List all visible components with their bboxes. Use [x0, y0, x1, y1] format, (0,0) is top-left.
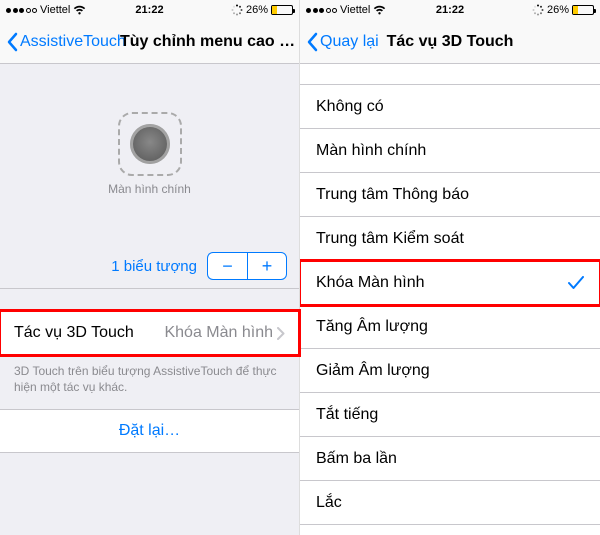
carrier-label: Viettel — [40, 4, 70, 16]
task-option[interactable]: Trung tâm Kiểm soát — [300, 217, 600, 261]
row-label: Tác vụ 3D Touch — [14, 324, 134, 342]
3d-touch-task-row[interactable]: Tác vụ 3D Touch Khóa Màn hình — [0, 311, 299, 355]
icon-count-row: 1 biểu tượng − + — [0, 244, 299, 289]
chevron-left-icon — [6, 32, 18, 52]
signal-icon — [306, 8, 337, 13]
reset-button[interactable]: Đặt lại… — [0, 409, 299, 453]
task-list: Không có Màn hình chính Trung tâm Thông bá… — [300, 84, 600, 535]
task-option[interactable]: Giảm Âm lượng — [300, 349, 600, 393]
row-value: Khóa Màn hình — [164, 324, 273, 342]
task-option[interactable]: Màn hình chính — [300, 129, 600, 173]
task-option-label: Tăng Âm lượng — [316, 318, 428, 336]
task-option[interactable]: Khóa Màn hình — [300, 261, 600, 305]
back-label: Quay lại — [320, 33, 379, 51]
stepper-minus[interactable]: − — [207, 252, 247, 280]
task-option-label: Trung tâm Kiểm soát — [316, 230, 464, 248]
back-label: AssistiveTouch — [20, 33, 126, 51]
task-option[interactable]: Trung tâm Thông báo — [300, 173, 600, 217]
checkmark-icon — [568, 276, 584, 290]
status-bar: Viettel 21:22 26% — [0, 0, 299, 20]
wifi-icon — [73, 5, 86, 15]
task-option-label: Màn hình chính — [316, 142, 426, 160]
status-bar: Viettel 21:22 26% — [300, 0, 600, 20]
nav-bar: Quay lại Tác vụ 3D Touch — [300, 20, 600, 64]
battery-percent: 26% — [547, 4, 569, 16]
footer-note: 3D Touch trên biểu tượng AssistiveTouch … — [0, 355, 299, 409]
task-option-label: Không có — [316, 98, 384, 116]
task-option[interactable]: Tăng Âm lượng — [300, 305, 600, 349]
menu-slot[interactable] — [118, 112, 182, 176]
task-option-label: Bấm ba lần — [316, 450, 397, 468]
battery-percent: 26% — [246, 4, 268, 16]
task-option-label: Giảm Âm lượng — [316, 362, 430, 380]
task-option-label: Trung tâm Thông báo — [316, 186, 469, 204]
signal-icon — [6, 8, 37, 13]
task-option[interactable]: Tắt tiếng — [300, 393, 600, 437]
icon-count-label: 1 biểu tượng — [111, 258, 197, 275]
task-option-label: Tắt tiếng — [316, 406, 378, 424]
task-option[interactable]: Bấm ba lần — [300, 437, 600, 481]
chevron-left-icon — [306, 32, 318, 52]
battery-icon — [572, 5, 594, 15]
menu-icon-preview: Màn hình chính — [0, 64, 299, 244]
task-option[interactable]: Lắc — [300, 481, 600, 525]
carrier-label: Viettel — [340, 4, 370, 16]
task-option-label: Khóa Màn hình — [316, 274, 425, 292]
task-option[interactable]: Không có — [300, 85, 600, 129]
home-icon — [130, 124, 170, 164]
nav-bar: AssistiveTouch Tùy chỉnh menu cao nhất… — [0, 20, 299, 64]
wifi-icon — [373, 5, 386, 15]
task-option-label: Lắc — [316, 494, 342, 512]
battery-icon — [271, 5, 293, 15]
task-option[interactable]: Đa nhiệm — [300, 525, 600, 535]
loading-icon — [532, 4, 544, 16]
loading-icon — [231, 4, 243, 16]
reset-label: Đặt lại… — [119, 422, 180, 440]
back-button[interactable]: AssistiveTouch — [6, 32, 126, 52]
icon-count-stepper: − + — [207, 252, 287, 280]
menu-slot-caption: Màn hình chính — [108, 182, 191, 196]
chevron-right-icon — [277, 327, 285, 340]
back-button[interactable]: Quay lại — [306, 32, 379, 52]
stepper-plus[interactable]: + — [247, 252, 287, 280]
